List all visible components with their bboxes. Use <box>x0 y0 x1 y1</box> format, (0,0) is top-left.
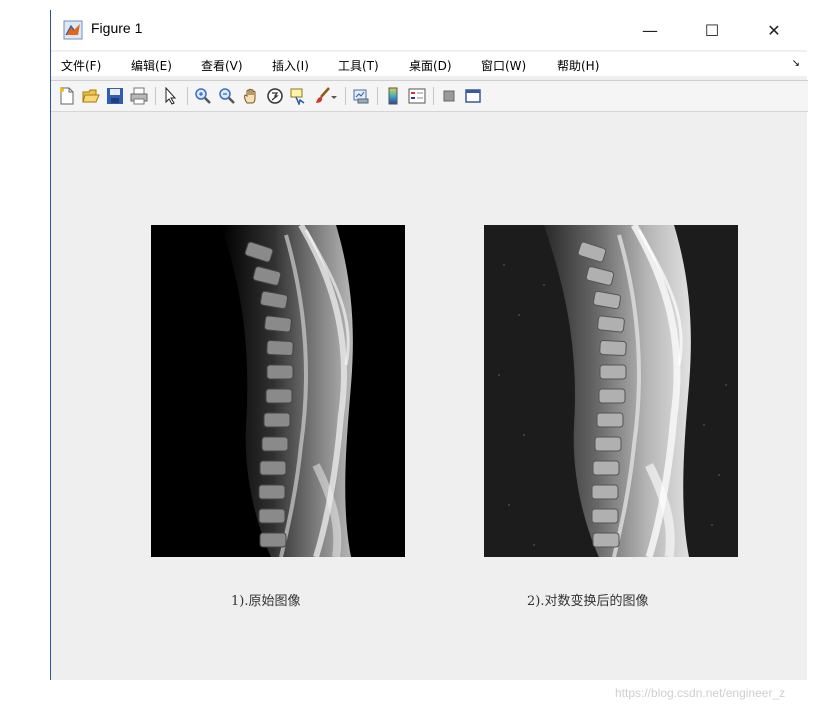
maximize-button[interactable]: ☐ <box>689 10 735 50</box>
menu-insert[interactable]: 插入(I) <box>272 57 309 74</box>
menu-desktop[interactable]: 桌面(D) <box>409 57 452 74</box>
caption-original: 1).原始图像 <box>231 594 301 609</box>
image-axes-log-transformed[interactable] <box>484 225 738 557</box>
zoom-out-icon[interactable] <box>217 86 237 106</box>
close-icon: ✕ <box>767 20 781 40</box>
colorbar-icon[interactable] <box>383 86 403 106</box>
brush-dropdown-icon[interactable] <box>329 86 339 106</box>
matlab-app-icon <box>63 20 83 40</box>
toolbar <box>51 80 808 112</box>
minimize-icon: — <box>642 20 658 40</box>
image-axes-original[interactable] <box>151 225 405 557</box>
mri-log-transformed-image <box>484 225 738 557</box>
toolbar-separator <box>345 87 346 105</box>
menu-bar: 文件(F) 编辑(E) 查看(V) 插入(I) 工具(T) 桌面(D) 窗口(W… <box>51 52 808 76</box>
zoom-in-icon[interactable] <box>193 86 213 106</box>
menu-help[interactable]: 帮助(H) <box>557 57 599 74</box>
show-plot-tools-icon[interactable] <box>463 86 483 106</box>
pan-hand-icon[interactable] <box>241 86 261 106</box>
minimize-button[interactable]: — <box>627 10 673 50</box>
print-icon[interactable] <box>129 86 149 106</box>
maximize-icon: ☐ <box>704 20 720 40</box>
toolbar-separator <box>377 87 378 105</box>
menu-tools[interactable]: 工具(T) <box>338 57 379 74</box>
toolbar-separator <box>155 87 156 105</box>
new-figure-icon[interactable] <box>57 86 77 106</box>
close-button[interactable]: ✕ <box>751 10 797 50</box>
caption-log-transformed: 2).对数变换后的图像 <box>527 594 649 609</box>
hide-plot-tools-icon[interactable] <box>439 86 459 106</box>
select-pointer-icon[interactable] <box>161 86 181 106</box>
menu-file[interactable]: 文件(F) <box>61 57 101 74</box>
figure-window: Figure 1 — ☐ ✕ 文件(F) 编辑(E) 查看(V) 插入(I) 工… <box>50 10 808 680</box>
link-plot-icon[interactable] <box>351 86 371 106</box>
open-file-icon[interactable] <box>81 86 101 106</box>
menu-overflow-icon[interactable]: ↘ <box>792 58 800 69</box>
toolbar-separator <box>187 87 188 105</box>
menu-edit[interactable]: 编辑(E) <box>131 57 172 74</box>
watermark-text: https://blog.csdn.net/engineer_z <box>615 686 786 700</box>
rotate-3d-icon[interactable] <box>265 86 285 106</box>
window-title: Figure 1 <box>91 20 143 36</box>
title-bar[interactable]: Figure 1 — ☐ ✕ <box>51 10 808 50</box>
save-icon[interactable] <box>105 86 125 106</box>
menu-view[interactable]: 查看(V) <box>201 57 243 74</box>
legend-icon[interactable] <box>407 86 427 106</box>
menu-window[interactable]: 窗口(W) <box>481 57 526 74</box>
mri-original-image <box>151 225 405 557</box>
toolbar-separator <box>433 87 434 105</box>
data-cursor-icon[interactable] <box>289 86 309 106</box>
